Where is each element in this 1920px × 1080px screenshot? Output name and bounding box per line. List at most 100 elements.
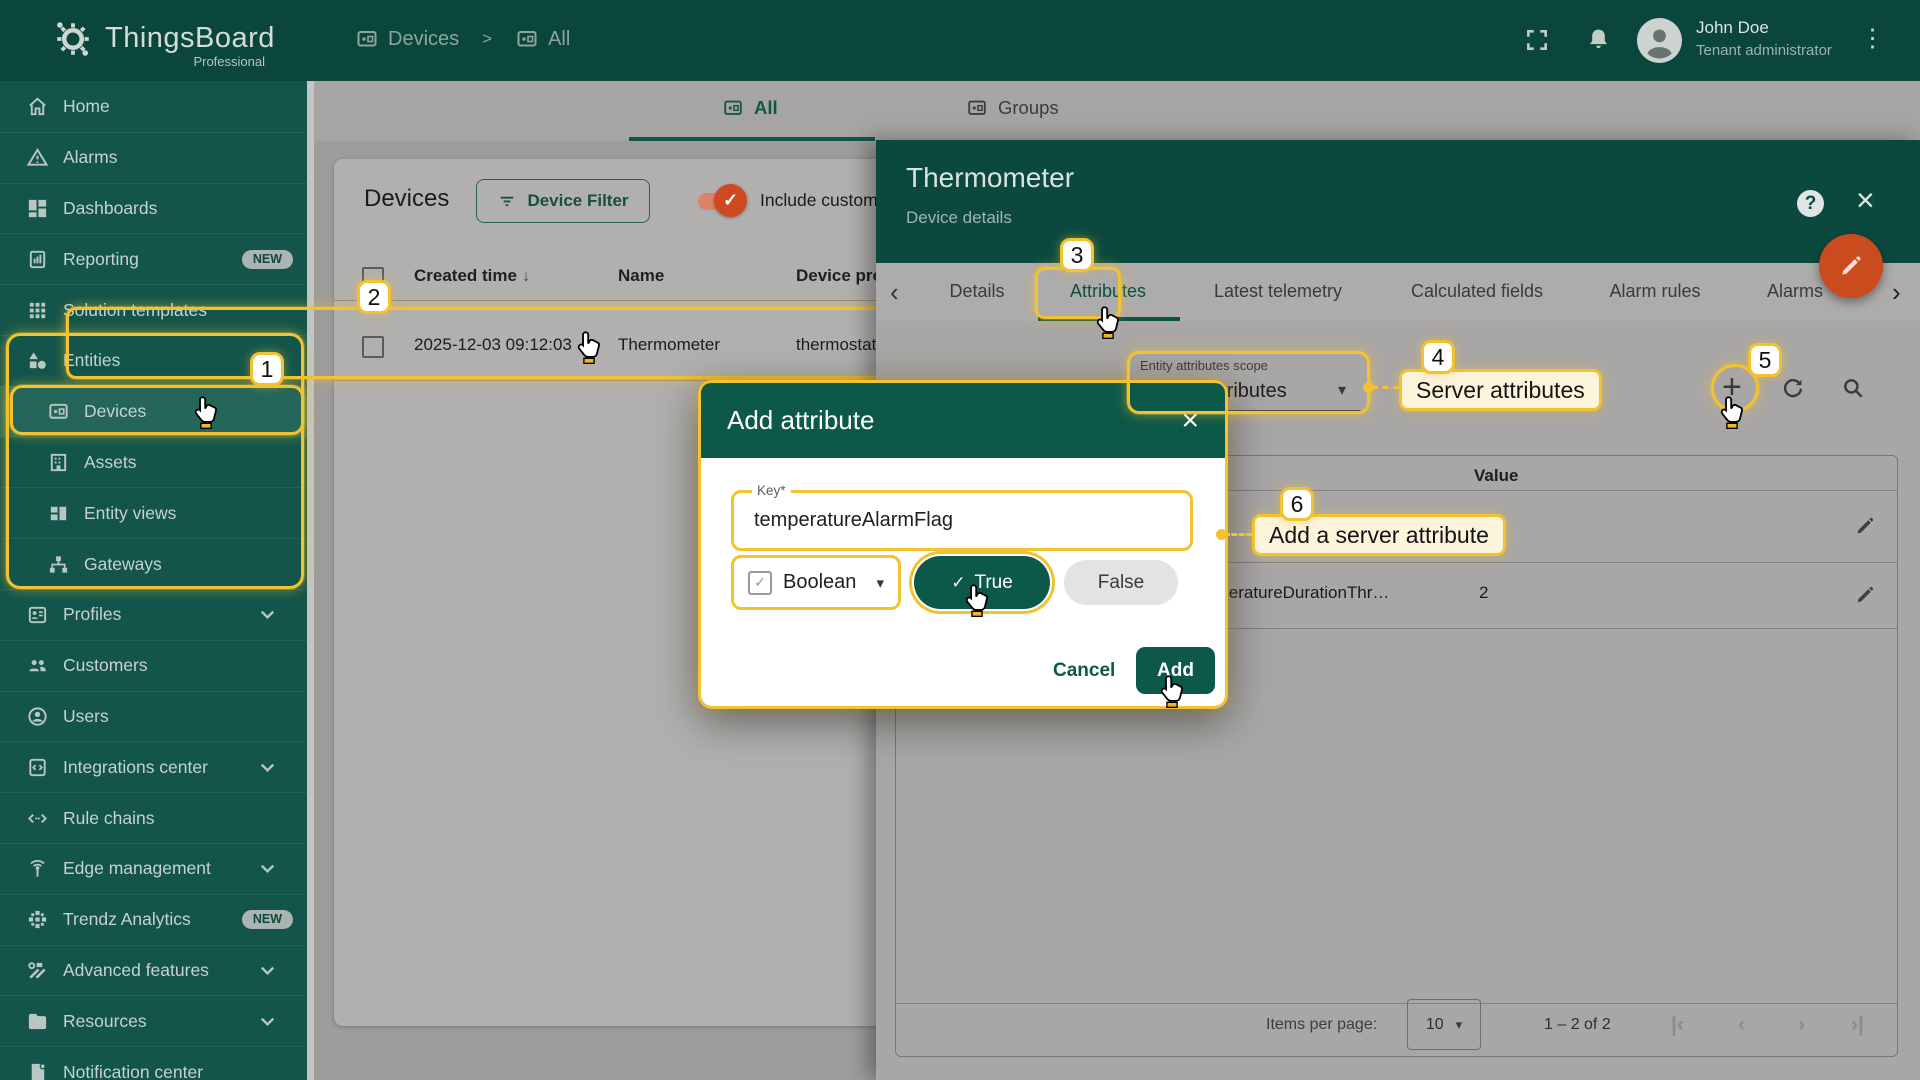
sidebar-item-profiles[interactable]: Profiles bbox=[0, 588, 307, 640]
avatar[interactable] bbox=[1637, 18, 1682, 63]
tab-groups-label: Groups bbox=[998, 97, 1059, 118]
tab-calculated-fields[interactable]: Calculated fields bbox=[1411, 281, 1543, 302]
person-icon bbox=[1637, 18, 1682, 63]
trendz-icon bbox=[26, 908, 49, 931]
thingsboard-logo-icon bbox=[52, 18, 94, 60]
row-checkbox[interactable] bbox=[362, 336, 384, 358]
sidebar-item-customers[interactable]: Customers bbox=[0, 639, 307, 691]
device-filter-label: Device Filter bbox=[527, 191, 629, 210]
device-icon bbox=[515, 27, 539, 51]
panel-header: Thermometer Device details ? × bbox=[876, 140, 1920, 263]
page-size-select[interactable]: 10 ▾ bbox=[1407, 999, 1481, 1050]
key-input[interactable]: Key* temperatureAlarmFlag bbox=[731, 483, 1193, 551]
sidebar-item-assets[interactable]: Assets bbox=[0, 436, 307, 488]
close-panel-icon[interactable]: × bbox=[1856, 184, 1875, 216]
sidebar-item-label: Trendz Analytics bbox=[63, 909, 191, 930]
scope-select-label: Entity attributes scope bbox=[1140, 358, 1268, 373]
add-attribute-dialog: Add attribute × Key* temperatureAlarmFla… bbox=[698, 380, 1228, 709]
edit-fab-button[interactable] bbox=[1819, 234, 1883, 298]
false-button-label: False bbox=[1097, 571, 1145, 593]
fullscreen-icon[interactable] bbox=[1524, 27, 1550, 53]
pagination-divider bbox=[896, 1003, 1897, 1004]
hand-cursor-devices-item bbox=[192, 395, 220, 429]
sidebar-item-advanced-features[interactable]: Advanced features bbox=[0, 944, 307, 996]
sidebar-item-rule-chains[interactable]: Rule chains bbox=[0, 792, 307, 843]
tabs-scroll-left-icon[interactable]: ‹ bbox=[890, 277, 899, 308]
breadcrumb-devices[interactable]: Devices bbox=[388, 28, 459, 51]
search-icon[interactable] bbox=[1840, 375, 1866, 401]
sidebar-item-trendz-analytics[interactable]: Trendz Analytics NEW bbox=[0, 893, 307, 945]
tab-alarms[interactable]: Alarms bbox=[1767, 281, 1823, 302]
value-type-select[interactable]: ✓ Boolean ▾ bbox=[731, 555, 901, 610]
dropdown-icon: ▾ bbox=[1455, 1016, 1463, 1032]
cancel-button[interactable]: Cancel bbox=[1053, 660, 1115, 682]
tabs-scroll-right-icon[interactable]: › bbox=[1892, 277, 1901, 308]
refresh-icon[interactable] bbox=[1780, 375, 1806, 401]
reporting-icon bbox=[26, 248, 49, 271]
sidebar-scrollbar[interactable] bbox=[307, 81, 314, 1080]
device-icon bbox=[722, 97, 744, 119]
breadcrumb-all[interactable]: All bbox=[548, 28, 570, 51]
kebab-menu-icon[interactable]: ⋮ bbox=[1860, 23, 1885, 53]
sidebar-item-reporting[interactable]: Reporting NEW bbox=[0, 233, 307, 284]
sidebar-item-solution-templates[interactable]: Solution templates bbox=[0, 284, 307, 335]
first-page-icon[interactable]: |‹ bbox=[1671, 1013, 1684, 1037]
entity-tabstrip: All Groups bbox=[314, 81, 1920, 141]
notifications-bell-icon[interactable] bbox=[1585, 26, 1612, 53]
callout-badge-4: 4 bbox=[1421, 340, 1455, 374]
tab-all-underline bbox=[629, 137, 875, 141]
sidebar-item-alarms[interactable]: Alarms bbox=[0, 131, 307, 183]
breadcrumb: Devices > All bbox=[355, 27, 570, 51]
chevron-down-icon bbox=[256, 756, 279, 779]
sidebar-item-label: Rule chains bbox=[63, 807, 155, 828]
sidebar-item-notification-center[interactable]: Notification center bbox=[0, 1046, 307, 1080]
column-created-time[interactable]: Created time ↓ bbox=[414, 266, 530, 286]
panel-tabstrip: ‹ Details Attributes Latest telemetry Ca… bbox=[876, 263, 1920, 321]
edit-attribute-pencil-icon[interactable] bbox=[1854, 584, 1876, 606]
sidebar-item-users[interactable]: Users bbox=[0, 690, 307, 742]
sidebar-item-label: Profiles bbox=[63, 604, 122, 625]
sidebar-item-devices[interactable]: Devices bbox=[0, 385, 307, 437]
tab-all[interactable]: All bbox=[722, 97, 778, 119]
column-name[interactable]: Name bbox=[618, 266, 664, 286]
sidebar-item-dashboards[interactable]: Dashboards bbox=[0, 182, 307, 234]
callout-badge-5: 5 bbox=[1748, 343, 1782, 377]
callout-label-server-attributes: Server attributes bbox=[1399, 369, 1602, 411]
last-page-icon[interactable]: ›| bbox=[1851, 1013, 1864, 1037]
pagination-range: 1 – 2 of 2 bbox=[1544, 1016, 1611, 1033]
include-customers-toggle-thumb[interactable]: ✓ bbox=[714, 184, 747, 217]
column-device-profile[interactable]: Device pro bbox=[796, 266, 883, 286]
false-button[interactable]: False bbox=[1064, 560, 1178, 605]
close-dialog-icon[interactable]: × bbox=[1181, 405, 1199, 436]
device-filter-button[interactable]: Device Filter bbox=[476, 179, 650, 223]
key-input-label: Key* bbox=[752, 483, 791, 498]
edit-attribute-pencil-icon[interactable] bbox=[1854, 515, 1876, 537]
sidebar-item-home[interactable]: Home bbox=[0, 81, 307, 132]
entities-icon bbox=[26, 349, 49, 372]
sidebar-item-integrations-center[interactable]: Integrations center bbox=[0, 741, 307, 792]
rule-chains-icon bbox=[26, 807, 49, 830]
tab-alarm-rules[interactable]: Alarm rules bbox=[1609, 281, 1700, 302]
sidebar-item-resources[interactable]: Resources bbox=[0, 995, 307, 1046]
sidebar-item-entity-views[interactable]: Entity views bbox=[0, 487, 307, 538]
connector-dash bbox=[1372, 386, 1399, 389]
page-size-value: 10 bbox=[1425, 1015, 1444, 1033]
tab-details[interactable]: Details bbox=[949, 281, 1004, 302]
brand-name: ThingsBoard bbox=[105, 22, 275, 54]
tab-groups[interactable]: Groups bbox=[966, 97, 1059, 119]
sidebar-item-label: Alarms bbox=[63, 147, 118, 168]
notification-center-icon bbox=[26, 1061, 49, 1080]
sidebar-item-edge-management[interactable]: Edge management bbox=[0, 842, 307, 894]
sidebar: Home Alarms Dashboards Reporting NEW Solu… bbox=[0, 81, 307, 1080]
sidebar-item-gateways[interactable]: Gateways bbox=[0, 538, 307, 589]
previous-page-icon[interactable]: ‹ bbox=[1738, 1013, 1745, 1037]
chevron-down-icon bbox=[256, 959, 279, 982]
help-icon[interactable]: ? bbox=[1797, 190, 1824, 217]
tab-attributes[interactable]: Attributes bbox=[1070, 281, 1146, 302]
check-icon: ✓ bbox=[722, 190, 739, 210]
next-page-icon[interactable]: › bbox=[1798, 1013, 1805, 1037]
items-per-page-label: Items per page: bbox=[1266, 1016, 1378, 1033]
panel-title: Thermometer bbox=[906, 162, 1075, 193]
hand-cursor-attributes-tab bbox=[1094, 305, 1122, 339]
tab-latest-telemetry[interactable]: Latest telemetry bbox=[1214, 281, 1342, 302]
